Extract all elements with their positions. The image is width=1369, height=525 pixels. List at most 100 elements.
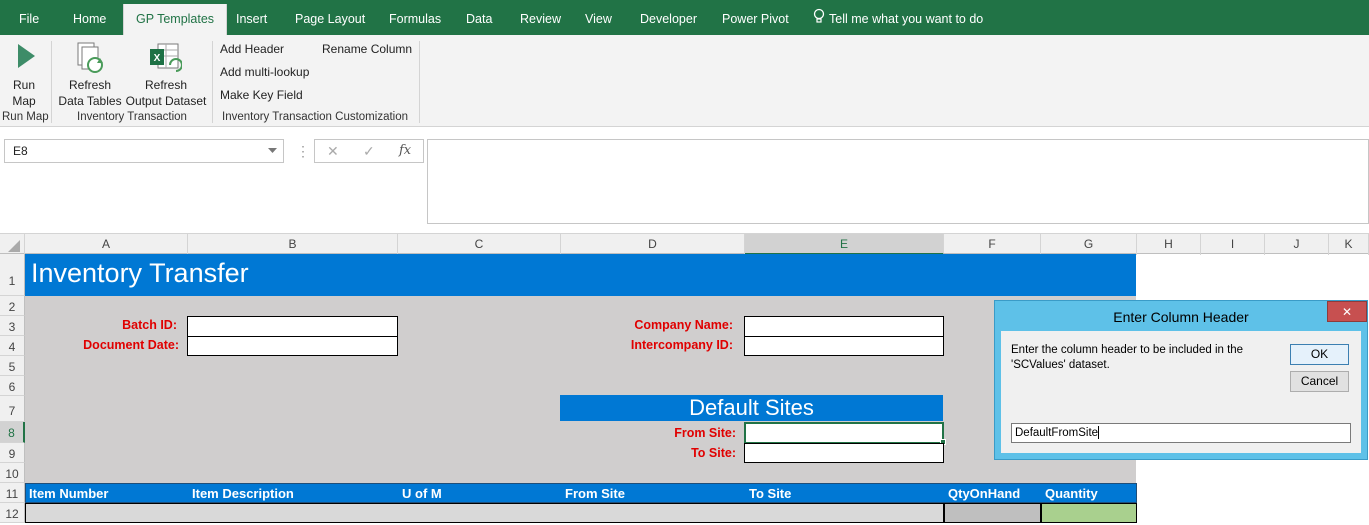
tab-power-pivot[interactable]: Power Pivot xyxy=(722,0,789,35)
cancel-button[interactable]: Cancel xyxy=(1290,371,1349,392)
document-date-field[interactable] xyxy=(187,336,398,356)
to-site-field[interactable] xyxy=(744,443,944,463)
document-date-label: Document Date: xyxy=(83,338,179,352)
tab-view[interactable]: View xyxy=(585,0,612,35)
column-header-bar: A B C D E F G H I J K xyxy=(0,233,1369,255)
customization-group-label: Inventory Transaction Customization xyxy=(222,111,409,123)
ribbon-panel: Run Map Run Map Refresh Data Tables X Re… xyxy=(0,35,1369,127)
tab-review[interactable]: Review xyxy=(520,0,561,35)
tab-developer[interactable]: Developer xyxy=(640,0,697,35)
column-header-g[interactable]: G xyxy=(1041,234,1137,255)
quantity-cell[interactable] xyxy=(1041,503,1137,523)
group-separator xyxy=(419,41,420,123)
row-header-2[interactable]: 2 xyxy=(0,296,25,316)
column-header-i[interactable]: I xyxy=(1201,234,1265,255)
intercompany-id-field[interactable] xyxy=(744,336,944,356)
table-header-quantity[interactable]: Quantity xyxy=(1045,486,1098,501)
name-box-value: E8 xyxy=(13,144,28,158)
to-site-label: To Site: xyxy=(691,446,736,460)
column-header-b[interactable]: B xyxy=(188,234,398,255)
drag-handle-icon[interactable]: ⋮ xyxy=(296,143,310,160)
tab-home[interactable]: Home xyxy=(73,0,106,35)
title-banner: Inventory Transfer xyxy=(25,254,1136,296)
table-data-row[interactable] xyxy=(25,503,944,523)
add-header-button[interactable]: Add Header xyxy=(220,42,284,56)
column-header-c[interactable]: C xyxy=(398,234,561,255)
text-cursor xyxy=(1098,426,1100,440)
row-header-11[interactable]: 11 xyxy=(0,483,25,503)
row-header-4[interactable]: 4 xyxy=(0,336,25,356)
refresh-tables-icon xyxy=(76,41,106,78)
company-name-field[interactable] xyxy=(744,316,944,337)
chevron-down-icon[interactable] xyxy=(268,144,277,158)
column-header-input[interactable]: DefaultFromSite xyxy=(1011,423,1351,443)
excel-refresh-icon: X xyxy=(148,41,183,78)
column-header-input-value: DefaultFromSite xyxy=(1015,427,1099,439)
table-header-to-site[interactable]: To Site xyxy=(749,486,791,501)
formula-input[interactable] xyxy=(427,139,1369,224)
tab-file[interactable]: File xyxy=(19,0,39,35)
row-header-9[interactable]: 9 xyxy=(0,443,25,463)
default-sites-banner: Default Sites xyxy=(560,395,943,421)
row-header-7[interactable]: 7 xyxy=(0,396,25,422)
row-header-3[interactable]: 3 xyxy=(0,316,25,336)
column-header-d[interactable]: D xyxy=(561,234,745,255)
column-header-j[interactable]: J xyxy=(1265,234,1329,255)
name-box[interactable]: E8 xyxy=(4,139,284,163)
row-header-6[interactable]: 6 xyxy=(0,376,25,396)
run-map-button[interactable]: Run Map xyxy=(2,39,46,111)
row-header-8[interactable]: 8 xyxy=(0,422,25,443)
ribbon-tab-bar: File Home GP Templates Insert Page Layou… xyxy=(0,0,1369,35)
row-header-5[interactable]: 5 xyxy=(0,356,25,376)
insert-function-icon[interactable]: fx xyxy=(399,143,411,158)
table-header-from-site[interactable]: From Site xyxy=(565,486,625,501)
row-header-1[interactable]: 1 xyxy=(0,254,25,296)
qty-on-hand-cell[interactable] xyxy=(944,503,1041,523)
row-header-12[interactable]: 12 xyxy=(0,503,25,523)
ok-button[interactable]: OK xyxy=(1290,344,1349,365)
company-name-label: Company Name: xyxy=(634,318,733,332)
dialog-title: Enter Column Header xyxy=(1113,309,1249,325)
run-map-label: Run Map xyxy=(12,78,36,108)
column-header-a[interactable]: A xyxy=(25,234,188,255)
table-header-item-number[interactable]: Item Number xyxy=(29,486,108,501)
refresh-tables-label: Refresh Data Tables xyxy=(58,78,122,108)
tab-formulas[interactable]: Formulas xyxy=(389,0,441,35)
tab-page-layout[interactable]: Page Layout xyxy=(295,0,365,35)
default-sites-title: Default Sites xyxy=(560,395,943,421)
group-separator xyxy=(51,41,52,123)
default-sites-text: Default Sites xyxy=(689,395,814,420)
close-icon[interactable]: ✕ xyxy=(1327,301,1367,322)
batch-id-label: Batch ID: xyxy=(122,318,177,332)
table-header-item-description[interactable]: Item Description xyxy=(192,486,294,501)
cancel-icon[interactable]: ✕ xyxy=(327,143,339,160)
column-header-f[interactable]: F xyxy=(944,234,1041,255)
table-header-qty-on-hand[interactable]: QtyOnHand xyxy=(948,486,1020,501)
enter-icon[interactable]: ✓ xyxy=(363,143,375,160)
tab-gp-templates[interactable]: GP Templates xyxy=(123,4,228,35)
from-site-field[interactable] xyxy=(744,422,944,444)
make-key-field-button[interactable]: Make Key Field xyxy=(220,88,303,102)
column-header-h[interactable]: H xyxy=(1137,234,1201,255)
column-header-e[interactable]: E xyxy=(745,234,944,255)
from-site-label: From Site: xyxy=(674,426,736,440)
dialog-message: Enter the column header to be included i… xyxy=(1011,344,1244,371)
tell-me-search[interactable]: Tell me what you want to do xyxy=(813,0,983,35)
page-title: Inventory Transfer xyxy=(31,258,249,288)
select-all-button[interactable] xyxy=(0,234,25,255)
tab-insert[interactable]: Insert xyxy=(236,0,267,35)
enter-column-header-dialog: Enter Column Header ✕ Enter the column h… xyxy=(994,300,1368,460)
play-icon xyxy=(16,43,36,72)
refresh-data-tables-button[interactable]: Refresh Data Tables xyxy=(56,39,124,111)
batch-id-field[interactable] xyxy=(187,316,398,337)
intercompany-id-label: Intercompany ID: xyxy=(630,338,733,352)
row-header-10[interactable]: 10 xyxy=(0,463,25,483)
svg-text:X: X xyxy=(154,53,161,64)
column-header-k[interactable]: K xyxy=(1329,234,1369,255)
rename-column-button[interactable]: Rename Column xyxy=(322,42,412,56)
refresh-output-dataset-button[interactable]: X Refresh Output Dataset xyxy=(124,39,208,111)
tab-data[interactable]: Data xyxy=(466,0,492,35)
table-header-u-of-m[interactable]: U of M xyxy=(402,486,442,501)
add-multi-lookup-button[interactable]: Add multi-lookup xyxy=(220,65,309,79)
formula-buttons: ✕ ✓ fx xyxy=(314,139,424,163)
